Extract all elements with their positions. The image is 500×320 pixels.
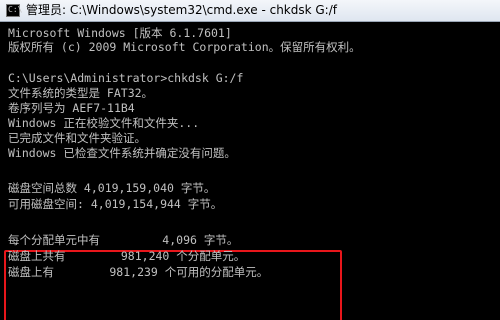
console-line-total-units: 磁盘上共有 981,240 个分配单元。: [8, 249, 246, 263]
console-line-no-problems: Windows 已检查文件系统并确定没有问题。: [8, 146, 236, 160]
cmd-prompt-icon[interactable]: C:\: [6, 4, 23, 17]
title-bar[interactable]: C:\ 管理员: C:\Windows\system32\cmd.exe - c…: [0, 0, 500, 22]
window-title: 管理员: C:\Windows\system32\cmd.exe - chkds…: [26, 3, 337, 17]
console-line-fs-type: 文件系统的类型是 FAT32。: [8, 86, 154, 100]
console-line-free-units: 磁盘上有 981,239 个可用的分配单元。: [8, 265, 269, 279]
console-line-verifying: Windows 正在校验文件和文件夹...: [8, 116, 200, 130]
console-line-command: C:\Users\Administrator>chkdsk G:/f: [8, 71, 244, 85]
console-line-free-space: 可用磁盘空间: 4,019,154,944 字节。: [8, 197, 223, 211]
console-line-unit-size: 每个分配单元中有 4,096 字节。: [8, 233, 239, 247]
console-line-total-space: 磁盘空间总数 4,019,159,040 字节。: [8, 181, 216, 195]
cmd-icon-glyph: C:\: [8, 5, 23, 14]
console-line-copyright: 版权所有 (c) 2009 Microsoft Corporation。保留所有…: [8, 40, 361, 54]
console-line-version: Microsoft Windows [版本 6.1.7601]: [8, 26, 232, 40]
console-output[interactable]: Microsoft Windows [版本 6.1.7601] 版权所有 (c)…: [0, 22, 500, 320]
console-line-serial: 卷序列号为 AEF7-11B4: [8, 101, 135, 115]
cmd-window: C:\ 管理员: C:\Windows\system32\cmd.exe - c…: [0, 0, 500, 320]
console-line-verified: 已完成文件和文件夹验证。: [8, 131, 146, 145]
